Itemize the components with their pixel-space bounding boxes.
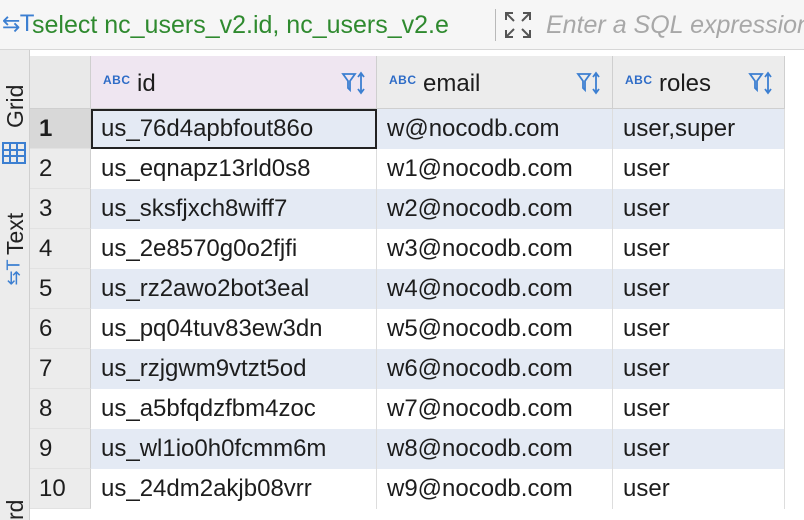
tab-grid-label: Grid bbox=[2, 84, 28, 128]
table-row[interactable]: 9 us_wl1io0h0fcmm6m w8@nocodb.com user bbox=[30, 429, 790, 469]
cell-id[interactable]: us_rzjgwm9vtzt5od bbox=[91, 349, 377, 389]
view-switcher-panel: Grid Text ⇆T rd bbox=[0, 50, 30, 520]
text-column-icon: ABC bbox=[625, 73, 653, 87]
cell-id[interactable]: us_a5bfqdzfbm4zoc bbox=[91, 389, 377, 429]
cell-id[interactable]: us_wl1io0h0fcmm6m bbox=[91, 429, 377, 469]
column-title: email bbox=[423, 70, 481, 97]
column-header-id[interactable]: ABC id bbox=[91, 56, 377, 109]
table-row[interactable]: 5 us_rz2awo2bot3eal w4@nocodb.com user bbox=[30, 269, 790, 309]
row-number[interactable]: 1 bbox=[30, 109, 91, 149]
filter-sort-icon[interactable] bbox=[576, 70, 602, 96]
table-row[interactable]: 10 us_24dm2akjb08vrr w9@nocodb.com user bbox=[30, 469, 790, 509]
cell-roles[interactable]: user bbox=[613, 429, 785, 469]
query-filter-bar: ⇆T select nc_users_v2.id, nc_users_v2.e bbox=[0, 0, 804, 50]
column-title: id bbox=[137, 70, 156, 97]
row-number[interactable]: 4 bbox=[30, 229, 91, 269]
row-number[interactable]: 3 bbox=[30, 189, 91, 229]
cell-roles[interactable]: user bbox=[613, 269, 785, 309]
table-row[interactable]: 8 us_a5bfqdzfbm4zoc w7@nocodb.com user bbox=[30, 389, 790, 429]
grid-icon bbox=[2, 142, 26, 164]
cell-id[interactable]: us_24dm2akjb08vrr bbox=[91, 469, 377, 509]
table-row[interactable]: 7 us_rzjgwm9vtzt5od w6@nocodb.com user bbox=[30, 349, 790, 389]
row-number[interactable]: 7 bbox=[30, 349, 91, 389]
cell-email[interactable]: w2@nocodb.com bbox=[377, 189, 613, 229]
cell-id[interactable]: us_pq04tuv83ew3dn bbox=[91, 309, 377, 349]
cell-email[interactable]: w5@nocodb.com bbox=[377, 309, 613, 349]
row-number[interactable]: 9 bbox=[30, 429, 91, 469]
cell-email[interactable]: w@nocodb.com bbox=[377, 109, 613, 149]
cell-roles[interactable]: user bbox=[613, 349, 785, 389]
cell-email[interactable]: w3@nocodb.com bbox=[377, 229, 613, 269]
cell-email[interactable]: w4@nocodb.com bbox=[377, 269, 613, 309]
tab-text[interactable]: Text ⇆T bbox=[0, 200, 30, 310]
cell-roles[interactable]: user bbox=[613, 309, 785, 349]
cell-id[interactable]: us_rz2awo2bot3eal bbox=[91, 269, 377, 309]
column-title: roles bbox=[659, 70, 712, 97]
table-row[interactable]: 3 us_sksfjxch8wiff7 w2@nocodb.com user bbox=[30, 189, 790, 229]
cell-roles[interactable]: user bbox=[613, 149, 785, 189]
tab-record[interactable]: rd bbox=[0, 480, 30, 520]
tab-text-label: Text bbox=[2, 212, 28, 255]
column-header-roles[interactable]: ABC roles bbox=[613, 56, 785, 109]
cell-id[interactable]: us_2e8570g0o2fjfi bbox=[91, 229, 377, 269]
cell-roles[interactable]: user bbox=[613, 469, 785, 509]
cell-email[interactable]: w9@nocodb.com bbox=[377, 469, 613, 509]
row-number[interactable]: 10 bbox=[30, 469, 91, 509]
text-cursor-icon: ⇆T bbox=[2, 12, 34, 37]
column-header-email[interactable]: ABC email bbox=[377, 56, 613, 109]
key-column-icon: ABC bbox=[103, 73, 131, 87]
cell-id[interactable]: us_76d4apbfout86o bbox=[91, 109, 377, 149]
sql-query-text[interactable]: select nc_users_v2.id, nc_users_v2.e bbox=[32, 11, 449, 40]
divider bbox=[495, 9, 496, 41]
cell-email[interactable]: w1@nocodb.com bbox=[377, 149, 613, 189]
filter-input[interactable] bbox=[546, 8, 804, 42]
row-number[interactable]: 8 bbox=[30, 389, 91, 429]
row-number-header[interactable] bbox=[30, 56, 91, 109]
cell-email[interactable]: w8@nocodb.com bbox=[377, 429, 613, 469]
text-cursor-icon: ⇆T bbox=[3, 259, 24, 286]
cell-id[interactable]: us_eqnapz13rld0s8 bbox=[91, 149, 377, 189]
table-row[interactable]: 1 us_76d4apbfout86o w@nocodb.com user,super bbox=[30, 109, 790, 149]
filter-sort-icon[interactable] bbox=[341, 70, 367, 96]
cell-email[interactable]: w7@nocodb.com bbox=[377, 389, 613, 429]
tab-record-label: rd bbox=[2, 499, 28, 520]
cell-roles[interactable]: user bbox=[613, 229, 785, 269]
cell-roles[interactable]: user bbox=[613, 189, 785, 229]
tab-grid[interactable]: Grid bbox=[0, 58, 30, 168]
table-row[interactable]: 2 us_eqnapz13rld0s8 w1@nocodb.com user bbox=[30, 149, 790, 189]
expand-icon[interactable] bbox=[503, 10, 533, 40]
table-row[interactable]: 6 us_pq04tuv83ew3dn w5@nocodb.com user bbox=[30, 309, 790, 349]
cell-email[interactable]: w6@nocodb.com bbox=[377, 349, 613, 389]
row-number[interactable]: 6 bbox=[30, 309, 91, 349]
cell-roles[interactable]: user bbox=[613, 389, 785, 429]
text-column-icon: ABC bbox=[389, 73, 417, 87]
row-number[interactable]: 5 bbox=[30, 269, 91, 309]
cell-roles[interactable]: user,super bbox=[613, 109, 785, 149]
cell-id[interactable]: us_sksfjxch8wiff7 bbox=[91, 189, 377, 229]
table-row[interactable]: 4 us_2e8570g0o2fjfi w3@nocodb.com user bbox=[30, 229, 790, 269]
filter-sort-icon[interactable] bbox=[748, 70, 774, 96]
row-number[interactable]: 2 bbox=[30, 149, 91, 189]
